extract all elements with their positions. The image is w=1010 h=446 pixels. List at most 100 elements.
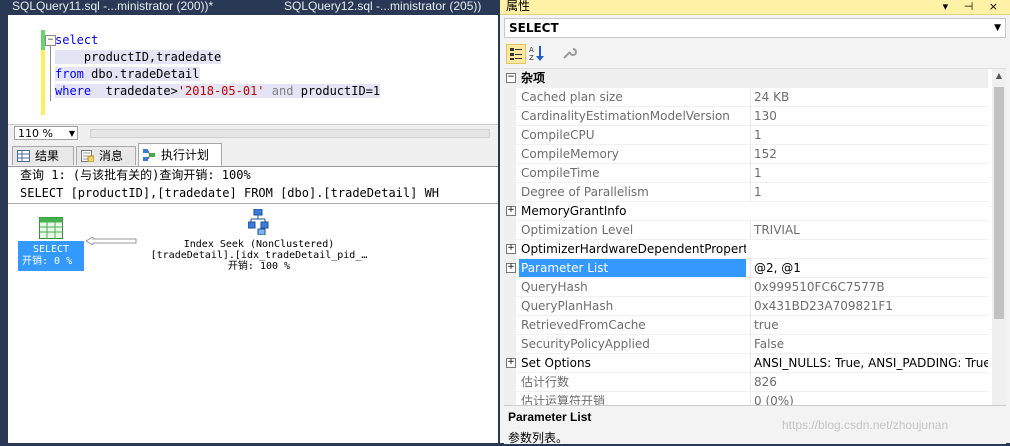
property-row[interactable]: CompileMemory 152 [504,145,988,164]
property-name: MemoryGrantInfo [521,204,627,218]
property-value: 0x999510FC6C7577B [750,278,988,296]
index-seek-object: [tradeDetail].[idx_tradeDetail_pid_… [150,250,368,261]
alphabetical-button[interactable]: AZ [528,44,548,64]
object-selector[interactable]: SELECT ▼ [504,18,1006,38]
doc-tab-sqlquery12[interactable]: SQLQuery12.sql -...ministrator (205)) [284,0,481,14]
property-row[interactable]: 估计运算符开销 0 (0%) [504,392,988,406]
code-table: dbo.tradeDetail [91,67,200,81]
property-value: ANSI_NULLS: True, ANSI_PADDING: True, [750,354,988,372]
property-row[interactable]: CompileTime 1 [504,164,988,183]
scroll-up-icon[interactable]: ▲ [992,69,1006,83]
select-operator-node[interactable]: SELECT 开销: 0 % [18,241,84,271]
vertical-scrollbar[interactable]: ▲ [992,69,1006,406]
zoom-value: 110 % [18,127,53,140]
chevron-down-icon: ▼ [68,129,75,138]
index-seek-icon[interactable] [248,209,270,235]
code-columns: productID,tradedate [83,50,222,64]
query-cost-title: 查询 1: (与该批有关的)查询开销: 100% [20,168,251,182]
property-name: Optimization Level [521,223,634,237]
wrench-icon [563,48,577,59]
row-gutter [504,335,516,354]
select-operator-icon[interactable] [39,217,63,239]
property-name: 估计运算符开销 [521,394,606,406]
property-value: 152 [750,145,988,163]
property-row[interactable]: SecurityPolicyApplied False [504,335,988,354]
tab-results[interactable]: 结果 [12,146,74,165]
property-row[interactable]: 估计行数 826 [504,373,988,392]
code-line-4: where tradedate>'2018-05-01' and product… [55,83,381,100]
property-value: 24 KB [750,88,988,106]
code-condition-product: productID=1 [300,84,381,98]
property-row-expandable[interactable]: + OptimizerHardwareDependentProperti [504,240,988,259]
editor-status-bar: 110 % ▼ [8,124,498,142]
property-row[interactable]: CardinalityEstimationModelVersion 130 [504,107,988,126]
categorized-button[interactable] [506,44,526,64]
tab-results-label: 结果 [35,149,60,163]
category-misc[interactable]: − 杂项 [504,69,988,88]
expand-icon[interactable]: + [506,358,516,368]
properties-title: 属性 [506,0,531,13]
property-row[interactable]: Degree of Parallelism 1 [504,183,988,202]
row-gutter: − [504,69,516,88]
outline-guide [50,46,51,101]
properties-title-bar: 属性 ▾ ⊣ × [500,0,1010,15]
row-gutter: + [504,240,516,259]
object-selector-value: SELECT [509,21,559,35]
properties-toolbar: AZ [504,41,1006,67]
execution-plan-icon [143,149,155,161]
property-row[interactable]: QueryPlanHash 0x431BD23A709821F1 [504,297,988,316]
row-gutter [504,278,516,297]
code-line-1: select [55,32,98,49]
tab-execution-plan[interactable]: 执行计划 [138,143,222,166]
expand-icon[interactable]: + [506,206,516,216]
description-text: 参数列表。 [508,431,569,445]
property-value: TRIVIAL [750,221,988,239]
property-row[interactable]: RetrievedFromCache true [504,316,988,335]
expand-icon[interactable]: + [506,244,516,254]
property-name: Set Options [521,356,591,370]
row-gutter [504,373,516,392]
execution-plan-view[interactable]: 查询 1: (与该批有关的)查询开销: 100% SELECT [product… [8,167,498,443]
property-row[interactable]: Optimization Level TRIVIAL [504,221,988,240]
collapse-icon[interactable]: − [506,73,516,83]
property-value: False [750,335,988,353]
property-pages-button[interactable] [560,44,580,64]
row-gutter [504,316,516,335]
property-name: CompileTime [521,166,600,180]
row-gutter [504,297,516,316]
select-operator-cost: 开销: 0 % [22,256,73,267]
property-value: 1 [750,126,988,144]
grid-icon [17,150,30,162]
categorized-icon [510,48,522,60]
property-row[interactable]: CompileCPU 1 [504,126,988,145]
expand-icon[interactable]: + [506,263,516,273]
code-date-literal: '2018-05-01' [177,84,265,98]
property-name: OptimizerHardwareDependentProperti [521,242,746,256]
doc-tab-sqlquery11[interactable]: SQLQuery11.sql -...ministrator (200))* [12,0,213,14]
horizontal-scrollbar[interactable] [90,129,490,138]
data-flow-arrow [86,237,137,245]
row-gutter: + [504,202,516,221]
property-name: 估计行数 [521,375,570,389]
property-name: Degree of Parallelism [521,185,649,199]
row-gutter [504,392,516,406]
property-row-expandable[interactable]: + MemoryGrantInfo [504,202,988,221]
index-seek-node[interactable]: Index Seek (NonClustered) [tradeDetail].… [138,239,380,272]
tab-messages[interactable]: 消息 [76,146,136,165]
scrollbar-thumb[interactable] [994,87,1004,319]
zoom-dropdown[interactable]: 110 % ▼ [14,126,78,140]
query-editor-pane: SQLQuery11.sql -...ministrator (200))* S… [0,0,500,443]
property-grid[interactable]: − 杂项 Cached plan size 24 KB CardinalityEs… [504,68,1006,406]
property-value: true [750,316,988,334]
keyword-select: select [55,33,99,47]
property-row[interactable]: QueryHash 0x999510FC6C7577B [504,278,988,297]
property-row-selected[interactable]: + Parameter List @2, @1 [504,259,988,278]
sql-editor[interactable]: − select productID,tradedate from dbo.tr… [8,15,498,124]
window-controls[interactable]: ▾ ⊣ × [943,0,1004,13]
editor-margin [8,15,41,124]
property-name: Cached plan size [521,90,623,104]
row-gutter [504,126,516,145]
property-row-expandable[interactable]: + Set Options ANSI_NULLS: True, ANSI_PADDI… [504,354,988,373]
property-row[interactable]: Cached plan size 24 KB [504,88,988,107]
index-seek-cost: 开销: 100 % [227,261,291,272]
